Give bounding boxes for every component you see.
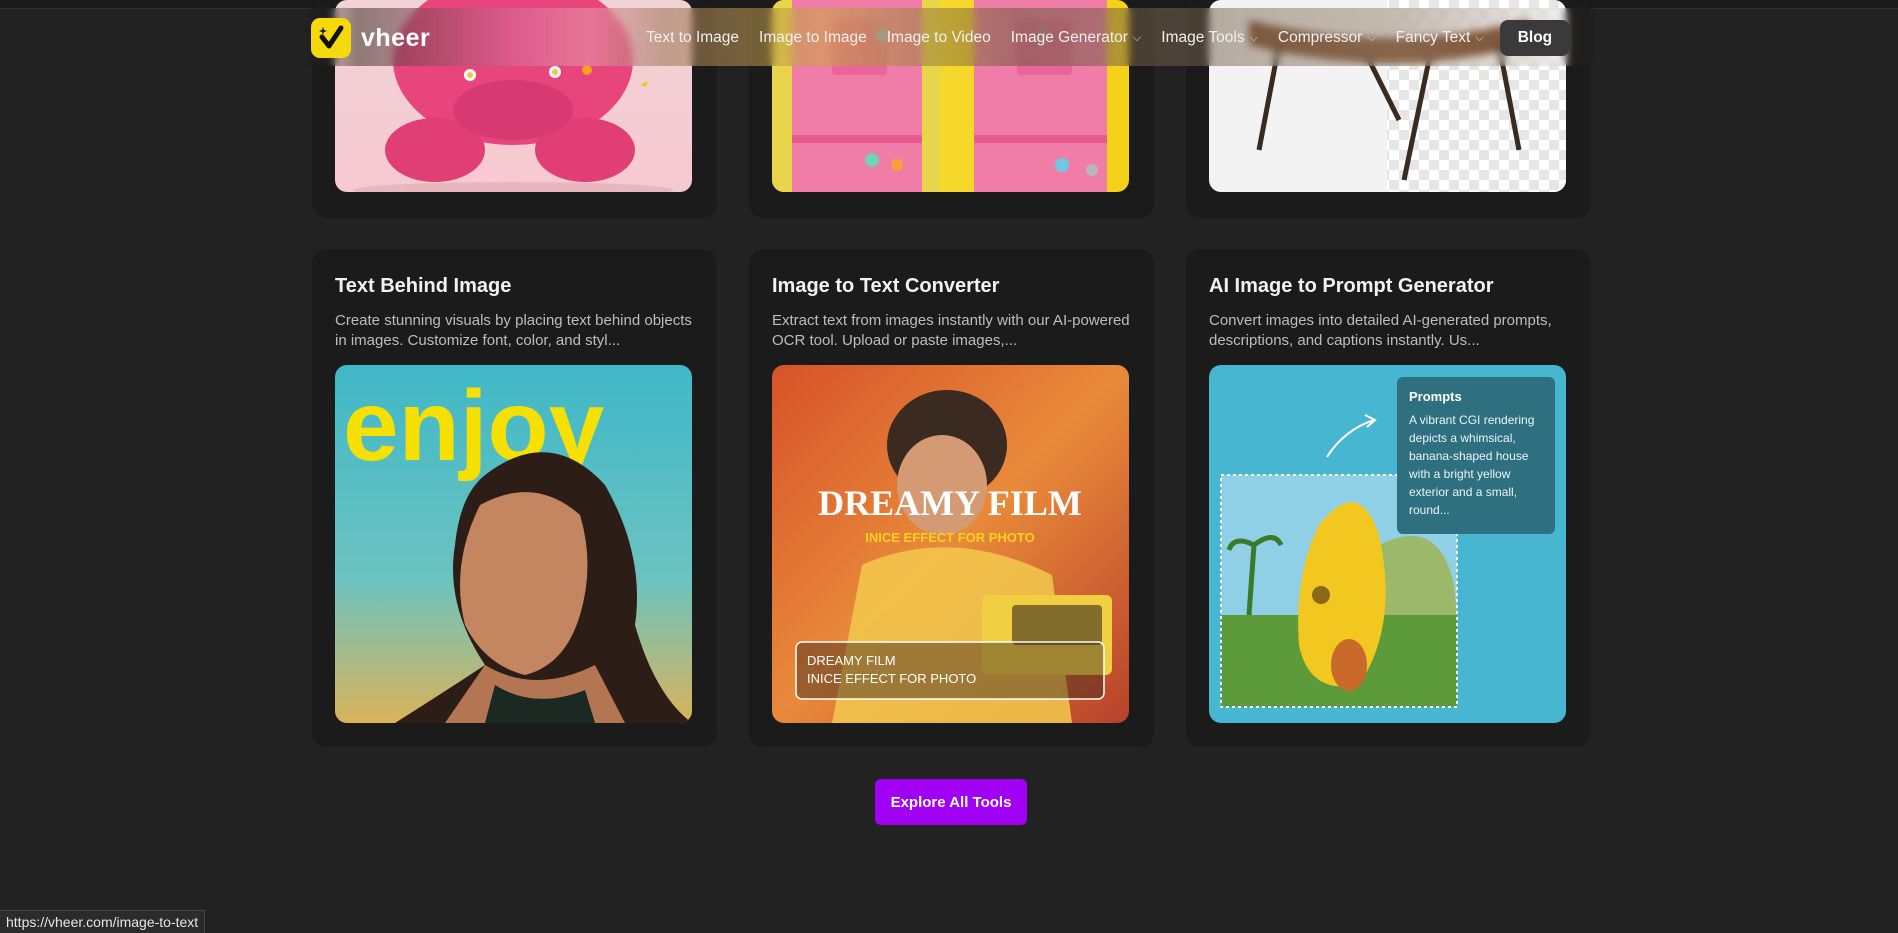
card-description: Convert images into detailed AI-generate… <box>1209 312 1552 349</box>
chevron-down-icon: ⌵ <box>1367 31 1376 44</box>
nav-compressor[interactable]: Compressor ⌵ <box>1268 29 1386 47</box>
prompt-panel-title: Prompts <box>1409 389 1462 404</box>
text-behind-image-preview: enjoy <box>335 365 692 723</box>
ocr-result-line2: INICE EFFECT FOR PHOTO <box>807 671 976 686</box>
nav-label: Fancy Text <box>1395 29 1471 46</box>
card-title: AI Image to Prompt Generator <box>1209 275 1494 297</box>
nav-label: Image to Video <box>886 29 991 46</box>
chevron-down-icon: ⌵ <box>1249 31 1258 44</box>
card-title: Text Behind Image <box>335 275 512 297</box>
nav-label: Text to Image <box>646 29 740 46</box>
chevron-down-icon: ⌵ <box>1475 31 1484 44</box>
tool-card-image-to-prompt[interactable]: AI Image to Prompt Generator Convert ima… <box>1186 249 1591 747</box>
dreamy-film-subheadline: INICE EFFECT FOR PHOTO <box>865 530 1035 545</box>
nav-image-generator[interactable]: Image Generator ⌵ <box>1001 29 1152 47</box>
chevron-down-icon: ⌵ <box>1132 31 1142 44</box>
nav-label: Image Generator <box>1010 29 1128 46</box>
image-to-prompt-preview: Prompts A vibrant CGI rendering depicts … <box>1209 365 1566 723</box>
card-description: Create stunning visuals by placing text … <box>335 312 692 349</box>
nav-menu: Text to Image Image to Image Image to Vi… <box>636 18 1571 58</box>
nav-image-tools[interactable]: Image Tools ⌵ <box>1151 29 1268 47</box>
explore-all-tools-button[interactable]: Explore All Tools <box>875 779 1027 825</box>
nav-image-to-image[interactable]: Image to Image <box>749 29 877 47</box>
nav-label: Image to Image <box>759 29 867 46</box>
card-description: Extract text from images instantly with … <box>772 312 1130 349</box>
vheer-logo-icon <box>311 18 351 58</box>
prompt-result-panel: Prompts A vibrant CGI rendering depicts … <box>1397 377 1555 534</box>
brand-name: vheer <box>361 23 431 52</box>
nav-image-to-video[interactable]: Image to Video <box>877 29 1001 47</box>
dreamy-film-headline: DREAMY FILM <box>818 483 1082 523</box>
image-to-text-preview: DREAMY FILM INICE EFFECT FOR PHOTO DREAM… <box>772 365 1129 723</box>
prompt-panel-text: A vibrant CGI rendering depicts a whimsi… <box>1409 413 1535 517</box>
nav-fancy-text[interactable]: Fancy Text ⌵ <box>1386 29 1494 47</box>
ocr-result-line1: DREAMY FILM <box>807 653 896 668</box>
nav-label: Compressor <box>1277 29 1363 46</box>
tool-card-image-to-text[interactable]: Image to Text Converter Extract text fro… <box>749 249 1154 747</box>
status-bar-url: https://vheer.com/image-to-text <box>0 910 206 933</box>
brand-logo[interactable]: vheer <box>311 18 430 58</box>
blog-button[interactable]: Blog <box>1499 20 1571 56</box>
card-title: Image to Text Converter <box>772 275 1000 297</box>
nav-label: Image Tools <box>1161 29 1245 46</box>
nav-text-to-image[interactable]: Text to Image <box>636 29 749 47</box>
tool-card-text-behind-image[interactable]: Text Behind Image Create stunning visual… <box>312 249 717 747</box>
